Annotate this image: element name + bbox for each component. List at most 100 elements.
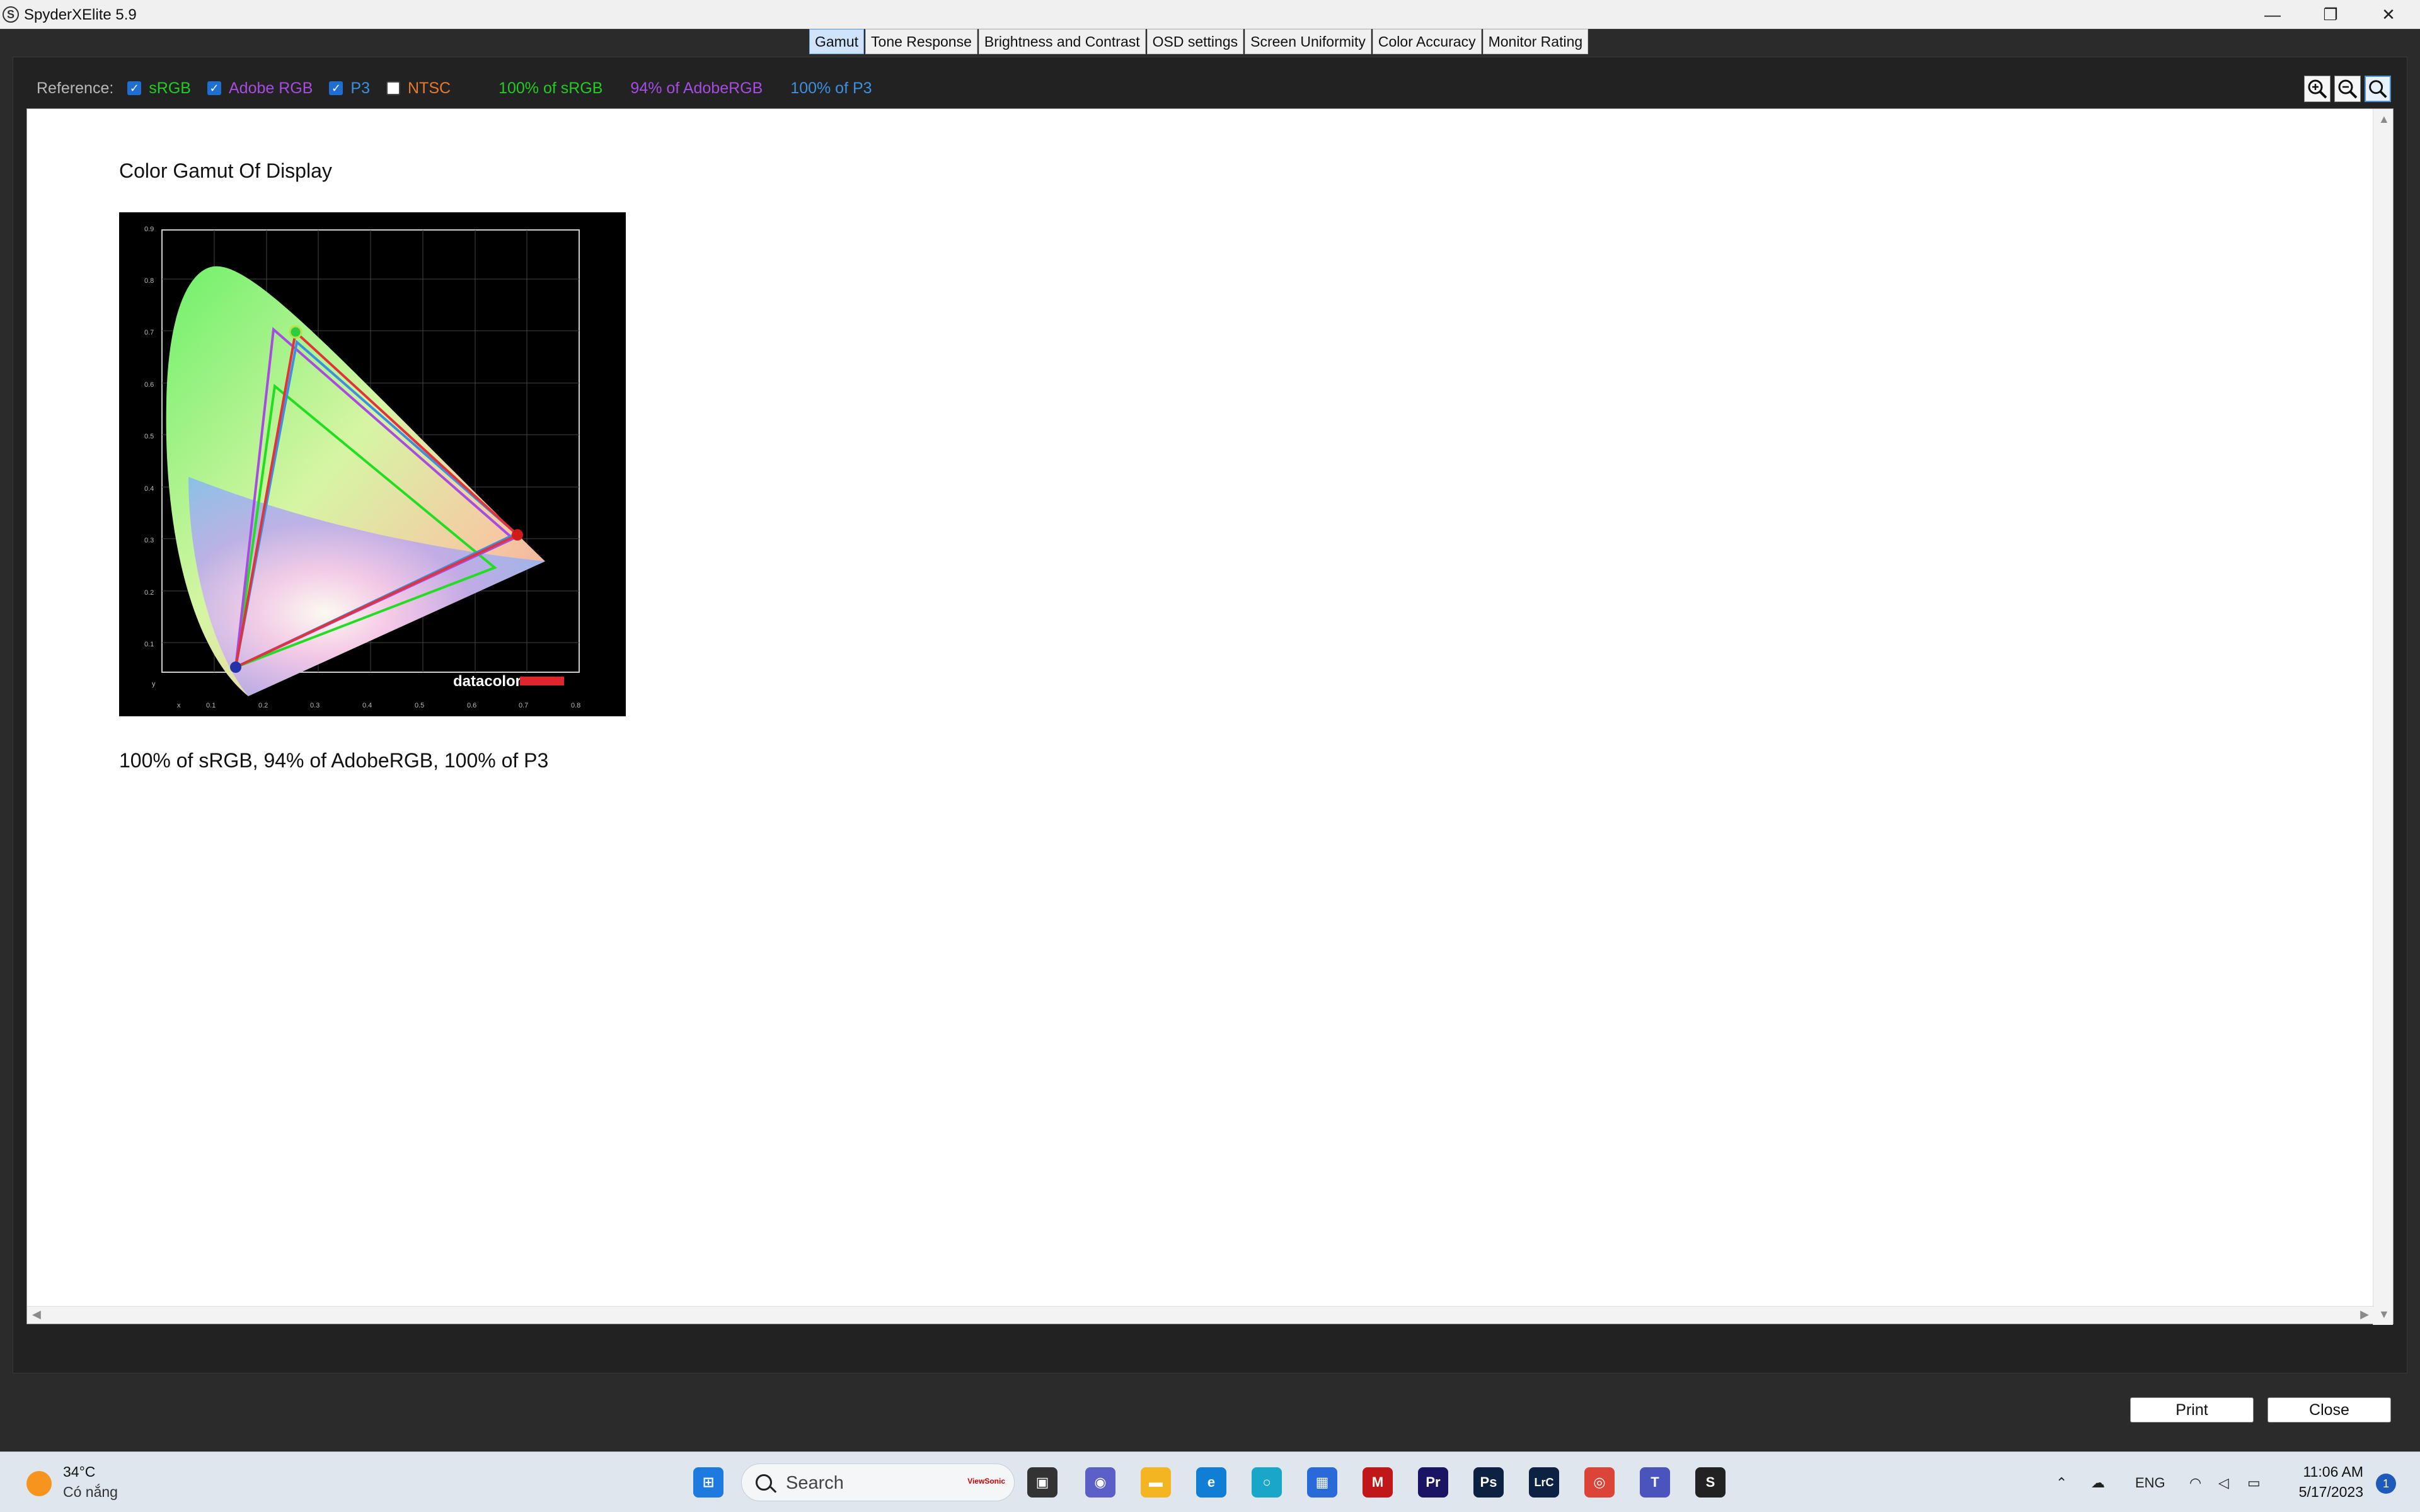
y-tick: 0.2 (144, 589, 154, 597)
windows-start-icon[interactable]: ⊞ (693, 1467, 723, 1498)
report-tabs: Gamut Tone Response Brightness and Contr… (809, 29, 1589, 54)
tab-tone-response[interactable]: Tone Response (865, 29, 977, 54)
red-primary-marker (512, 529, 523, 541)
green-primary-marker (289, 325, 302, 339)
horizontal-scrollbar[interactable]: ◀ ▶ (27, 1306, 2374, 1324)
x-tick: 0.4 (362, 702, 372, 709)
restore-button[interactable]: ❐ (2302, 0, 2360, 29)
y-tick: 0.6 (144, 381, 154, 389)
report-canvas: Color Gamut Of Display 0.9 0.8 0.7 0.6 0… (26, 108, 2394, 1325)
spyder-icon[interactable]: S (1695, 1467, 1726, 1498)
p3-label: P3 (350, 79, 370, 97)
zoom-out-icon (2338, 79, 2358, 99)
x-tick: 0.3 (310, 702, 320, 709)
close-button[interactable]: Close (2267, 1397, 2391, 1423)
ntsc-label: NTSC (408, 79, 451, 97)
x-tick: 0.7 (519, 702, 528, 709)
premiere-icon[interactable]: Pr (1418, 1467, 1448, 1498)
y-tick: 0.7 (144, 329, 154, 336)
file-explorer-icon[interactable]: ▬ (1141, 1467, 1171, 1498)
battery-icon[interactable]: ▭ (2247, 1475, 2261, 1491)
gamut-caption: 100% of sRGB, 94% of AdobeRGB, 100% of P… (119, 749, 549, 772)
zoom-in-button[interactable] (2304, 76, 2331, 102)
tab-gamut[interactable]: Gamut (809, 29, 865, 54)
teams-icon[interactable]: T (1640, 1467, 1670, 1498)
scroll-left-icon[interactable]: ◀ (32, 1308, 41, 1321)
taskbar-search[interactable]: Search ViewSonic (741, 1463, 1015, 1501)
wifi-icon[interactable]: ◠ (2189, 1475, 2201, 1491)
y-tick: 0.9 (144, 226, 154, 233)
x-tick: 0.5 (415, 702, 424, 709)
search-placeholder: Search (786, 1473, 844, 1493)
reference-ntsc[interactable]: NTSC (386, 79, 451, 98)
blue-primary-marker (230, 662, 241, 673)
y-tick: 0.4 (144, 485, 154, 493)
x-tick: 0.8 (571, 702, 580, 709)
weather-temperature[interactable]: 34°C (63, 1463, 95, 1480)
p3-coverage: 100% of P3 (790, 79, 872, 97)
search-icon (756, 1474, 772, 1491)
zoom-fit-icon (2369, 80, 2387, 98)
close-window-button[interactable]: ✕ (2360, 0, 2417, 29)
search-highlight-badge: ViewSonic (967, 1477, 1005, 1486)
scroll-right-icon[interactable]: ▶ (2360, 1308, 2369, 1321)
srgb-checkbox[interactable]: ✓ (127, 81, 142, 95)
x-axis-label: x (177, 702, 181, 709)
show-hidden-icons-icon[interactable]: ⌃ (2056, 1475, 2067, 1491)
gamut-title: Color Gamut Of Display (119, 159, 332, 182)
sync-status-icon[interactable]: ☁ (2091, 1475, 2105, 1491)
y-axis-label: y (152, 680, 156, 688)
tab-screen-uniformity[interactable]: Screen Uniformity (1245, 29, 1371, 54)
srgb-coverage: 100% of sRGB (498, 79, 603, 97)
title-bar: S SpyderXElite 5.9 — ❐ ✕ (0, 0, 2420, 29)
reference-adobe-rgb[interactable]: ✓ Adobe RGB (207, 79, 313, 98)
print-button[interactable]: Print (2130, 1397, 2254, 1423)
tab-monitor-rating[interactable]: Monitor Rating (1482, 29, 1589, 54)
zoom-fit-button[interactable] (2365, 76, 2391, 102)
taskbar: 34°C Có nắng ⊞ Search ViewSonic ▣ ◉ ▬ e … (0, 1452, 2420, 1512)
minimize-button[interactable]: — (2244, 0, 2302, 29)
weather-description[interactable]: Có nắng (63, 1484, 118, 1501)
edge-icon[interactable]: e (1196, 1467, 1226, 1498)
zoom-out-button[interactable] (2334, 76, 2361, 102)
mcafee-icon[interactable]: M (1363, 1467, 1393, 1498)
photoshop-icon[interactable]: Ps (1473, 1467, 1504, 1498)
reference-srgb[interactable]: ✓ sRGB (127, 79, 191, 98)
y-tick: 0.5 (144, 433, 154, 440)
language-indicator[interactable]: ENG (2135, 1475, 2165, 1491)
datacolor-logo: datacolor (453, 673, 521, 690)
x-tick: 0.6 (467, 702, 476, 709)
lightroom-classic-icon[interactable]: LrC (1529, 1467, 1559, 1498)
cie-gamut-diagram: 0.9 0.8 0.7 0.6 0.5 0.4 0.3 0.2 0.1 y x … (119, 212, 626, 716)
adobe-rgb-label: Adobe RGB (228, 79, 313, 97)
adobe-rgb-coverage: 94% of AdobeRGB (630, 79, 763, 97)
spyder-app-icon: S (3, 6, 19, 23)
window-title: SpyderXElite 5.9 (24, 6, 137, 23)
scroll-down-icon[interactable]: ▼ (2378, 1308, 2390, 1321)
datacolor-logo-bar (520, 677, 564, 685)
adobe-rgb-checkbox[interactable]: ✓ (207, 81, 221, 95)
reference-p3[interactable]: ✓ P3 (329, 79, 370, 98)
clock-date[interactable]: 5/17/2023 (2288, 1484, 2363, 1501)
notification-badge[interactable]: 1 (2376, 1474, 2396, 1494)
x-tick: 0.2 (258, 702, 268, 709)
y-tick: 0.8 (144, 277, 154, 285)
tab-color-accuracy[interactable]: Color Accuracy (1372, 29, 1482, 54)
reference-label: Reference: (37, 79, 114, 97)
zoom-in-icon (2308, 79, 2327, 99)
p3-checkbox[interactable]: ✓ (329, 81, 343, 95)
srgb-label: sRGB (149, 79, 191, 97)
weather-sun-icon[interactable] (26, 1471, 52, 1496)
vertical-scrollbar[interactable]: ▲ ▼ (2373, 109, 2393, 1325)
store-icon[interactable]: ▦ (1307, 1467, 1337, 1498)
volume-icon[interactable]: ◁ (2218, 1475, 2229, 1491)
chrome-icon[interactable]: ◎ (1584, 1467, 1615, 1498)
tab-brightness-contrast[interactable]: Brightness and Contrast (978, 29, 1146, 54)
clock-time[interactable]: 11:06 AM (2294, 1463, 2363, 1480)
teams-chat-icon[interactable]: ◉ (1085, 1467, 1115, 1498)
tab-osd-settings[interactable]: OSD settings (1146, 29, 1244, 54)
cortana-icon[interactable]: ○ (1252, 1467, 1282, 1498)
scroll-up-icon[interactable]: ▲ (2378, 113, 2390, 126)
task-view-icon[interactable]: ▣ (1027, 1467, 1057, 1498)
ntsc-checkbox[interactable] (386, 81, 400, 95)
